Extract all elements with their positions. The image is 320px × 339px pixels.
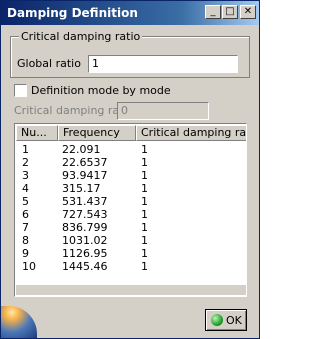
critical-damping-cell: 1 xyxy=(141,156,148,169)
mode-number-cell: 6 xyxy=(22,208,29,221)
table-row[interactable]: 6 727.543 1 xyxy=(16,208,246,221)
damping-definition-dialog: Damping Definition _ □ ✕ Critical dampin… xyxy=(0,0,260,339)
critical-damping-cell: 1 xyxy=(141,143,148,156)
mode-number-cell: 5 xyxy=(22,195,29,208)
column-header-frequency[interactable]: Frequency xyxy=(58,125,136,141)
frequency-cell: 22.6537 xyxy=(62,156,108,169)
critical-damping-cell: 1 xyxy=(141,247,148,260)
frequency-cell: 1126.95 xyxy=(62,247,108,260)
frequency-cell: 836.799 xyxy=(62,221,108,234)
global-ratio-label: Global ratio xyxy=(17,57,81,70)
frequency-cell: 1031.02 xyxy=(62,234,108,247)
definition-mode-checkbox[interactable] xyxy=(14,84,27,97)
mode-number-cell: 10 xyxy=(22,260,36,273)
catia-logo xyxy=(1,306,37,338)
table-row[interactable]: 8 1031.02 1 xyxy=(16,234,246,247)
table-row[interactable]: 9 1126.95 1 xyxy=(16,247,246,260)
table-header: Nu... Frequency Critical damping ratio xyxy=(16,125,246,141)
close-button[interactable]: ✕ xyxy=(240,5,256,19)
critical-damping-cell: 1 xyxy=(141,234,148,247)
modes-table: Nu... Frequency Critical damping ratio 1… xyxy=(14,123,247,297)
table-row[interactable]: 4 315.17 1 xyxy=(16,182,246,195)
ok-label: OK xyxy=(226,314,242,327)
frequency-cell: 93.9417 xyxy=(62,169,108,182)
critical-damping-cell: 1 xyxy=(141,169,148,182)
mode-number-cell: 2 xyxy=(22,156,29,169)
horizontal-scrollbar[interactable] xyxy=(16,285,246,295)
maximize-button[interactable]: □ xyxy=(222,5,238,19)
mode-number-cell: 8 xyxy=(22,234,29,247)
window-title: Damping Definition xyxy=(7,6,138,20)
table-row[interactable]: 2 22.6537 1 xyxy=(16,156,246,169)
frequency-cell: 315.17 xyxy=(62,182,101,195)
critical-damping-cell: 1 xyxy=(141,221,148,234)
table-row[interactable]: 1 22.091 1 xyxy=(16,143,246,156)
group-legend: Critical damping ratio xyxy=(19,30,143,43)
table-row[interactable]: 3 93.9417 1 xyxy=(16,169,246,182)
critical-damping-cell: 1 xyxy=(141,182,148,195)
critical-damping-cell: 1 xyxy=(141,208,148,221)
column-header-number[interactable]: Nu... xyxy=(16,125,58,141)
frequency-cell: 727.543 xyxy=(62,208,108,221)
column-header-critical-damping[interactable]: Critical damping ratio xyxy=(136,125,246,141)
ok-green-icon xyxy=(211,314,223,326)
frequency-cell: 22.091 xyxy=(62,143,101,156)
title-bar: Damping Definition _ □ ✕ xyxy=(1,1,259,25)
critical-damping-input[interactable]: 0 xyxy=(117,102,209,120)
mode-number-cell: 9 xyxy=(22,247,29,260)
mode-number-cell: 1 xyxy=(22,143,29,156)
ok-button[interactable]: OK xyxy=(205,309,247,331)
critical-damping-cell: 1 xyxy=(141,260,148,273)
minimize-button[interactable]: _ xyxy=(205,5,221,19)
mode-number-cell: 3 xyxy=(22,169,29,182)
global-ratio-input[interactable]: 1 xyxy=(88,55,238,73)
frequency-cell: 1445.46 xyxy=(62,260,108,273)
mode-number-cell: 4 xyxy=(22,182,29,195)
critical-damping-cell: 1 xyxy=(141,195,148,208)
frequency-cell: 531.437 xyxy=(62,195,108,208)
table-row[interactable]: 10 1445.46 1 xyxy=(16,260,246,273)
table-row[interactable]: 7 836.799 1 xyxy=(16,221,246,234)
definition-mode-label: Definition mode by mode xyxy=(31,84,171,97)
critical-damping-label: Critical damping ratio xyxy=(14,104,134,117)
table-row[interactable]: 5 531.437 1 xyxy=(16,195,246,208)
mode-number-cell: 7 xyxy=(22,221,29,234)
